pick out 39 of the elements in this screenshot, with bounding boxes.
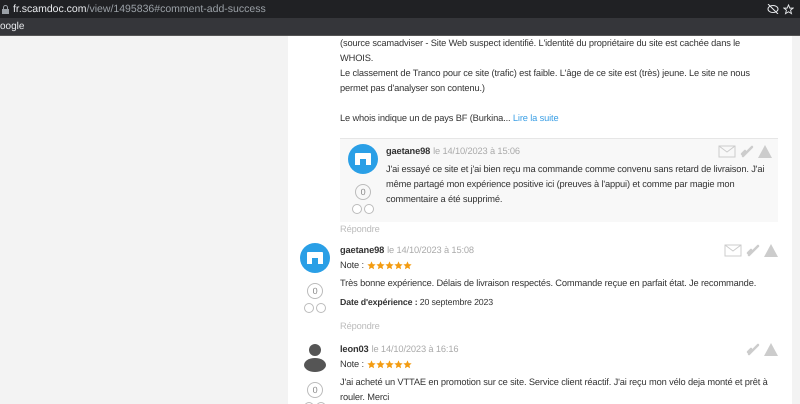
description-text: Le whois indique un de pays BF (Burkina... Lire la suite [340,112,560,125]
warning-icon[interactable] [764,343,778,356]
comment-text: Très bonne expérience. Délais de livraison respectés. Commande reçue en parfait état. Je recommande. [340,277,758,290]
star-icon [384,261,394,270]
star-icon [366,360,376,369]
warning-icon[interactable] [764,244,778,257]
vote-score: 0 [307,283,323,299]
author-name[interactable]: leon03 [340,342,369,357]
eye-off-icon[interactable] [767,4,779,14]
vote-score: 0 [307,382,323,398]
author-name[interactable]: gaetane98 [340,243,384,258]
comment-text: J'ai acheté un VTTAE en promotion sur ce site. Service client réactif. J'ai reçu mon vélo deja monté et prêt à rouler. Merci [340,376,769,404]
star-icon [394,261,403,270]
lock-icon [2,4,9,14]
star-icon [376,360,385,369]
author-name[interactable]: gaetane98 [386,144,430,159]
warning-icon[interactable] [758,145,772,158]
star-icon [376,261,385,270]
star-icon [366,261,376,270]
rating-label: Note : [340,259,364,272]
vote-score: 0 [355,184,371,200]
description-text: (source scamadviser - Site Web suspect identifié. L'identité du propriétaire du site est cachée dans le [340,37,742,50]
description-text: WHOIS. [340,52,374,65]
star-icon [394,360,403,369]
comment-date: le 14/10/2023 à 16:16 [372,343,458,356]
mail-icon[interactable] [724,244,742,257]
mail-icon[interactable] [718,145,736,158]
star-icon [402,261,412,270]
star-icon [384,360,394,369]
rating-label: Note : [340,358,364,371]
comment-date: le 14/10/2023 à 15:08 [387,244,474,257]
comment-text: J'ai essayé ce site et j'ai bien reçu ma commande comme convenu sans retard de livraison. J'ai même partagé mon expérience positive ici (preuves à l'appui) et comme par magie mon commentaire a été supprimé. [386,163,766,206]
comment-date: le 14/10/2023 à 15:06 [433,145,520,158]
star-icon[interactable] [783,4,794,14]
star-icon [402,360,412,369]
experience-date: Date d'expérience : 20 septembre 2023 [340,296,494,309]
description-text: permet pas d'analyser son contenu.) [340,82,486,95]
description-text: Le classement de Tranco pour ce site (trafic) est faible. L'âge de ce site est (très) jeune. Le site ne nous [340,67,751,80]
bookmark-label[interactable]: oogle [0,21,24,32]
